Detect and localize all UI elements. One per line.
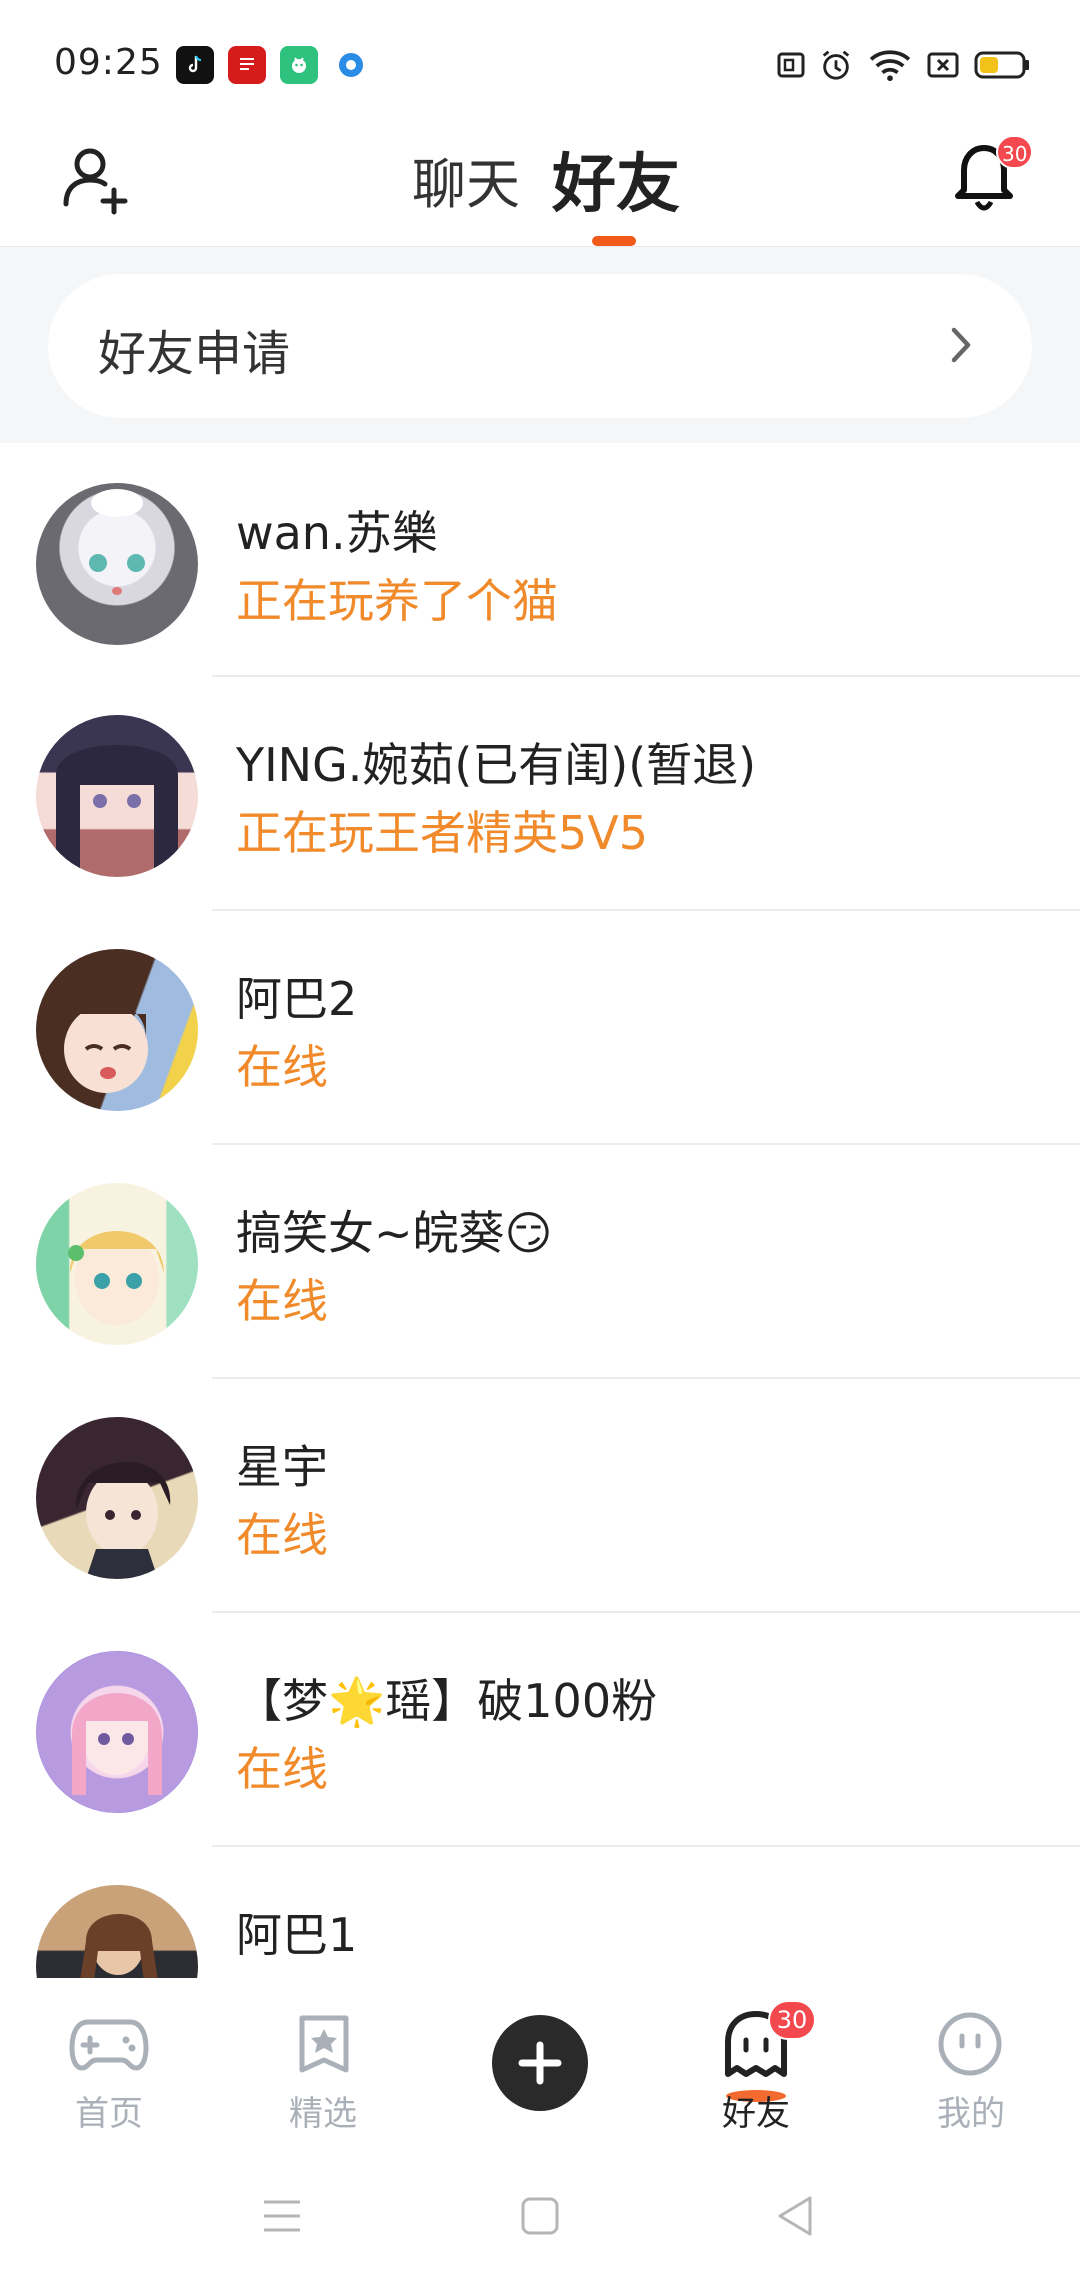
friend-status: 在线 <box>236 1508 328 1562</box>
friend-status: 正在玩王者精英5V5 <box>236 806 649 860</box>
nfc-icon <box>777 52 805 78</box>
friend-row[interactable]: 搞笑女~皖葵😏 在线 <box>0 1145 1080 1379</box>
friend-name: 阿巴2 <box>236 972 358 1026</box>
sim-off-icon <box>927 52 959 78</box>
wifi-icon <box>869 50 911 82</box>
friend-row[interactable]: 阿巴1 <box>0 1847 1080 1978</box>
nav-label-home: 首页 <box>75 2094 143 2134</box>
friend-name: 搞笑女~皖葵😏 <box>236 1206 553 1260</box>
alarm-icon <box>822 50 850 80</box>
add-friend-icon[interactable] <box>56 138 136 218</box>
friend-avatar[interactable] <box>36 1183 198 1345</box>
smirk-emoji: 😏 <box>504 1206 553 1260</box>
browser-icon <box>332 46 370 84</box>
friend-avatar[interactable] <box>36 1885 198 1978</box>
chevron-right-icon <box>951 327 971 363</box>
friend-avatar[interactable] <box>36 1651 198 1813</box>
friend-row[interactable]: 【梦🌟瑶】破100粉 在线 <box>0 1613 1080 1847</box>
battery-icon <box>974 51 1029 79</box>
notification-badge: 30 <box>996 135 1034 169</box>
star-emoji: 🌟 <box>328 1674 386 1728</box>
friend-row[interactable]: 星宇 在线 <box>0 1379 1080 1613</box>
friend-status: 在线 <box>236 1274 328 1328</box>
friend-avatar[interactable] <box>36 715 198 877</box>
friend-avatar[interactable] <box>36 949 198 1111</box>
friend-avatar[interactable] <box>36 483 198 645</box>
friend-name: YING.婉茹(已有闺)(暂退) <box>236 738 757 792</box>
active-tab-indicator <box>592 236 636 246</box>
nav-label-featured: 精选 <box>289 2094 357 2134</box>
create-post-button[interactable] <box>492 2015 588 2111</box>
friend-row[interactable]: wan.苏樂 正在玩养了个猫 <box>0 443 1080 677</box>
back-icon[interactable] <box>776 2194 816 2238</box>
friend-row[interactable]: 阿巴2 在线 <box>0 911 1080 1145</box>
tab-friends[interactable]: 好友 <box>552 133 680 225</box>
face-icon <box>938 2012 1002 2076</box>
top-header <box>0 120 1080 248</box>
friend-name: 阿巴1 <box>236 1908 358 1962</box>
friend-name: wan.苏樂 <box>236 506 438 560</box>
wechat-game-icon <box>280 46 318 84</box>
friend-name: 星宇 <box>236 1440 328 1494</box>
tab-chat[interactable]: 聊天 <box>412 140 520 219</box>
friend-status: 在线 <box>236 1742 328 1796</box>
friend-status: 在线 <box>236 1040 328 1094</box>
star-bookmark-icon <box>299 2015 349 2073</box>
nav-label-me: 我的 <box>937 2094 1005 2134</box>
nav-label-friends: 好友 <box>722 2094 790 2134</box>
friend-row[interactable]: YING.婉茹(已有闺)(暂退) 正在玩王者精英5V5 <box>0 677 1080 911</box>
plus-icon <box>518 2041 562 2085</box>
tiktok-icon <box>176 46 214 84</box>
gamepad-icon <box>69 2019 149 2071</box>
home-icon[interactable] <box>520 2196 560 2236</box>
status-time: 09:25 <box>54 42 163 83</box>
menu-icon[interactable] <box>262 2196 302 2236</box>
friends-badge: 30 <box>768 2000 816 2040</box>
friend-request-label: 好友申请 <box>98 326 291 382</box>
friend-name: 【梦🌟瑶】破100粉 <box>236 1674 658 1728</box>
friend-status: 正在玩养了个猫 <box>236 574 558 628</box>
news-icon <box>228 46 266 84</box>
friend-avatar[interactable] <box>36 1417 198 1579</box>
